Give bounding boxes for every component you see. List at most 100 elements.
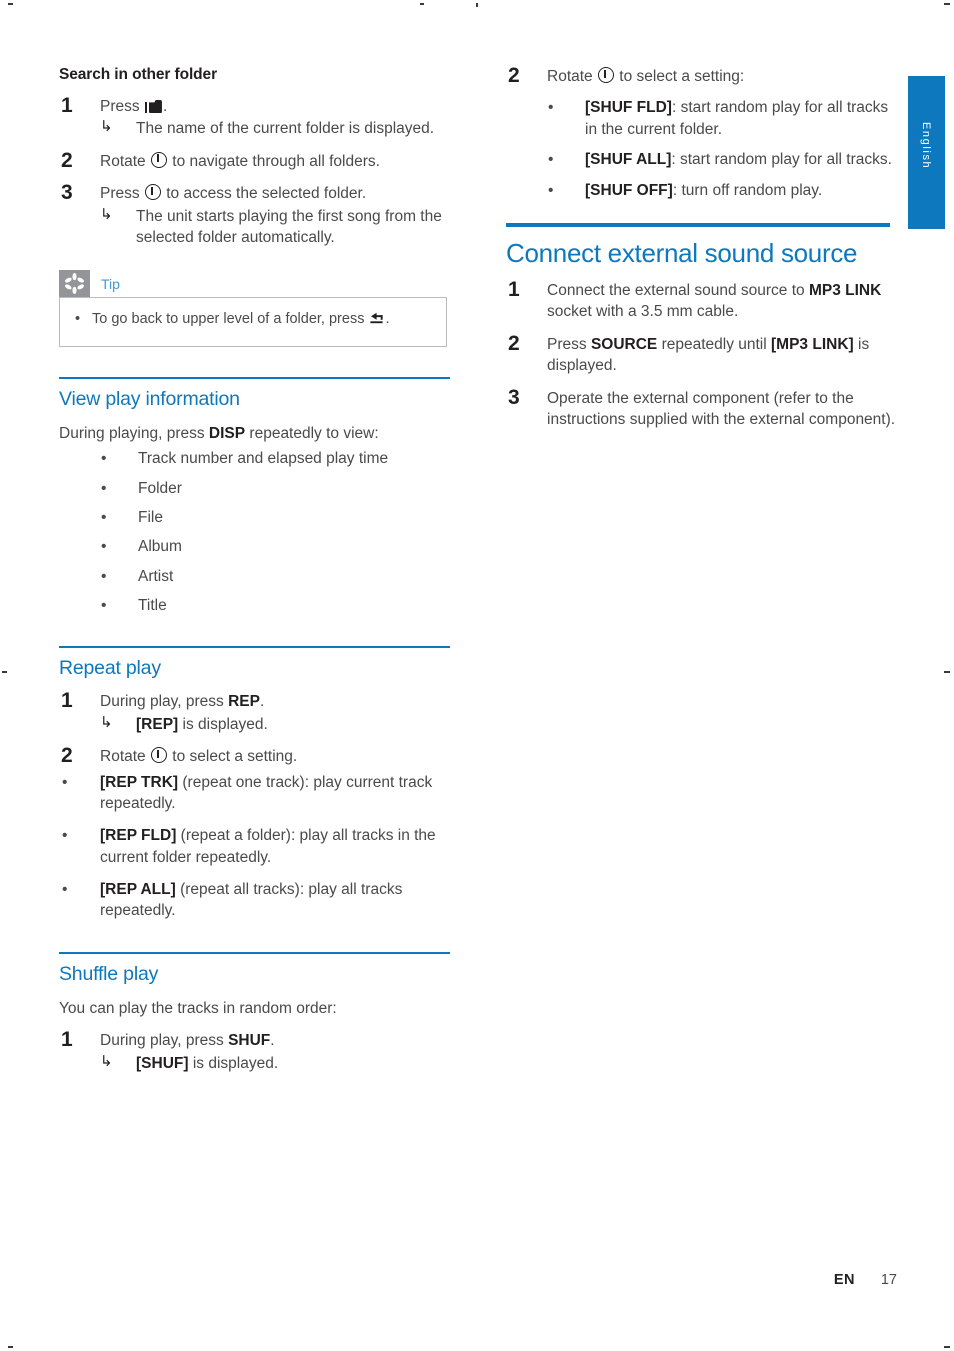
list-item: • [SHUF FLD]: start random play for all t… — [506, 97, 897, 140]
knob-icon — [150, 747, 167, 764]
list-item: • Title — [59, 595, 450, 616]
section-repeat-play: Repeat play 1 During play, press REP. ↳ [… — [59, 646, 450, 921]
tip-item-text-before: To go back to upper level of a folder, p… — [92, 311, 369, 328]
tip-box: Tip • To go back to upper level of a fold… — [59, 270, 447, 347]
list-item-label: Album — [138, 538, 182, 556]
section-rule — [59, 646, 450, 649]
option-desc: : start random play for all tracks. — [671, 151, 892, 169]
step-text: Operate the external component (refer to… — [547, 389, 896, 428]
step-number: 3 — [61, 181, 73, 205]
step-key: REP — [228, 693, 260, 711]
left-column: Search in other folder 1 Press . ↳ The n… — [59, 66, 450, 1074]
tip-header: Tip — [59, 270, 447, 298]
option-code: [REP TRK] — [100, 773, 179, 791]
step-connect-1: 1 Connect the external sound source to M… — [506, 278, 897, 323]
list-item: • [REP FLD] (repeat a folder): play all t… — [59, 825, 450, 868]
step-number: 1 — [508, 278, 520, 302]
crop-mark-bottom-right — [944, 1346, 950, 1348]
step-text-before: Rotate — [100, 748, 150, 766]
crop-mark-mid-left — [2, 671, 7, 673]
list-item: • [REP TRK] (repeat one track): play curr… — [59, 772, 450, 815]
knob-icon — [597, 67, 614, 83]
result-text: The name of the current folder is displa… — [136, 120, 435, 138]
heading-search-in-other-folder: Search in other folder — [59, 66, 217, 83]
result-text: The unit starts playing the first song f… — [136, 207, 442, 246]
list-item: • [REP ALL] (repeat all tracks): play all… — [59, 879, 450, 922]
manual-page: English Search in other folder 1 Press .… — [0, 0, 954, 1351]
bullet-dot: • — [101, 508, 107, 526]
tip-item-text-after: . — [385, 311, 390, 328]
step-key: SHUF — [228, 1032, 271, 1050]
step-text-after: . — [162, 98, 168, 115]
step-shuffle-2: 2 Rotate to select a setting: — [506, 64, 897, 87]
step-number: 2 — [61, 744, 73, 768]
option-desc: : turn off random play. — [672, 181, 823, 199]
step-text-after: to select a setting. — [167, 748, 298, 766]
step-result: ↳ The unit starts playing the first song… — [100, 206, 450, 249]
option-code: [REP FLD] — [100, 827, 177, 845]
bullet-dot: • — [548, 151, 554, 169]
crop-mark-top-inner — [420, 3, 424, 5]
step-number: 1 — [61, 689, 73, 713]
result-arrow-icon: ↳ — [100, 713, 113, 731]
step-text-before: Rotate — [100, 152, 150, 170]
step-text-before: Press — [547, 335, 591, 353]
section-view-play-information: View play information During playing, pr… — [59, 376, 450, 617]
step-key: MP3 LINK — [808, 282, 882, 300]
step-number: 3 — [508, 385, 520, 409]
result-code: [REP] — [136, 715, 179, 733]
shuffle-options-list: • [SHUF FLD]: start random play for all t… — [506, 97, 897, 201]
step-text: Press to access the selected folder. — [100, 183, 450, 204]
section-rule — [59, 376, 450, 379]
folder-icon — [144, 100, 162, 113]
step-text-before: Connect the external sound source to — [547, 282, 809, 300]
footer-page-number: 17 — [880, 1272, 897, 1288]
result-arrow-icon: ↳ — [100, 205, 113, 223]
list-item: • File — [59, 507, 450, 528]
step-repeat-1: 1 During play, press REP. ↳ [REP] is disp… — [59, 689, 450, 735]
tip-label: Tip — [101, 275, 120, 292]
step-number: 2 — [61, 148, 73, 172]
asterisk-icon — [59, 270, 90, 298]
step-text: Rotate to select a setting: — [547, 66, 897, 87]
section-connect-external-sound-source: Connect external sound source 1 Connect … — [506, 222, 897, 430]
step-result: ↳ [SHUF] is displayed. — [100, 1053, 450, 1074]
repeat-options-list: • [REP TRK] (repeat one track): play curr… — [59, 772, 450, 922]
bullet-dot: • — [548, 181, 554, 199]
option-code: [SHUF ALL] — [585, 151, 672, 169]
list-item: • [SHUF OFF]: turn off random play. — [506, 180, 897, 201]
step-number: 2 — [508, 331, 520, 355]
crop-mark-top-right — [944, 3, 950, 5]
crop-mark-top-center — [476, 3, 478, 7]
section-rule — [59, 951, 450, 954]
crop-mark-mid-right — [944, 671, 950, 673]
tip-item: • To go back to upper level of a folder, … — [70, 310, 436, 330]
bullet-dot: • — [101, 597, 107, 615]
back-arrow-icon — [369, 312, 384, 324]
result-arrow-icon: ↳ — [100, 1052, 113, 1070]
step-key: SOURCE — [590, 335, 658, 353]
list-item-label: Track number and elapsed play time — [138, 450, 389, 468]
list-item-label: Folder — [138, 479, 182, 497]
step-text-before: Press — [100, 185, 144, 203]
step-text: Press . — [100, 96, 450, 117]
step-search-2: 2 Rotate to navigate through all folders… — [59, 148, 450, 172]
bullet-dot: • — [75, 311, 81, 328]
crop-mark-top-left — [8, 3, 13, 5]
result-code: [SHUF] — [136, 1054, 189, 1072]
step-text: Rotate to navigate through all folders. — [100, 151, 450, 172]
heading-shuffle-play: Shuffle play — [59, 962, 159, 985]
result-text: is displayed. — [178, 715, 268, 733]
step-text-after: . — [270, 1032, 275, 1050]
step-text-after: socket with a 3.5 mm cable. — [547, 303, 739, 321]
step-result: ↳ The name of the current folder is disp… — [100, 118, 450, 139]
footer-locale: EN — [833, 1272, 855, 1288]
heading-view-play-information: View play information — [59, 387, 240, 410]
step-number: 1 — [61, 1028, 73, 1052]
section-shuffle-play: Shuffle play You can play the tracks in … — [59, 951, 450, 1074]
step-text: Press SOURCE repeatedly until [MP3 LINK]… — [547, 334, 897, 377]
list-item-label: File — [138, 508, 163, 526]
step-search-3: 3 Press to access the selected folder. ↳… — [59, 181, 450, 249]
bullet-dot: • — [62, 827, 68, 845]
page-footer: EN 17 — [506, 1272, 897, 1288]
